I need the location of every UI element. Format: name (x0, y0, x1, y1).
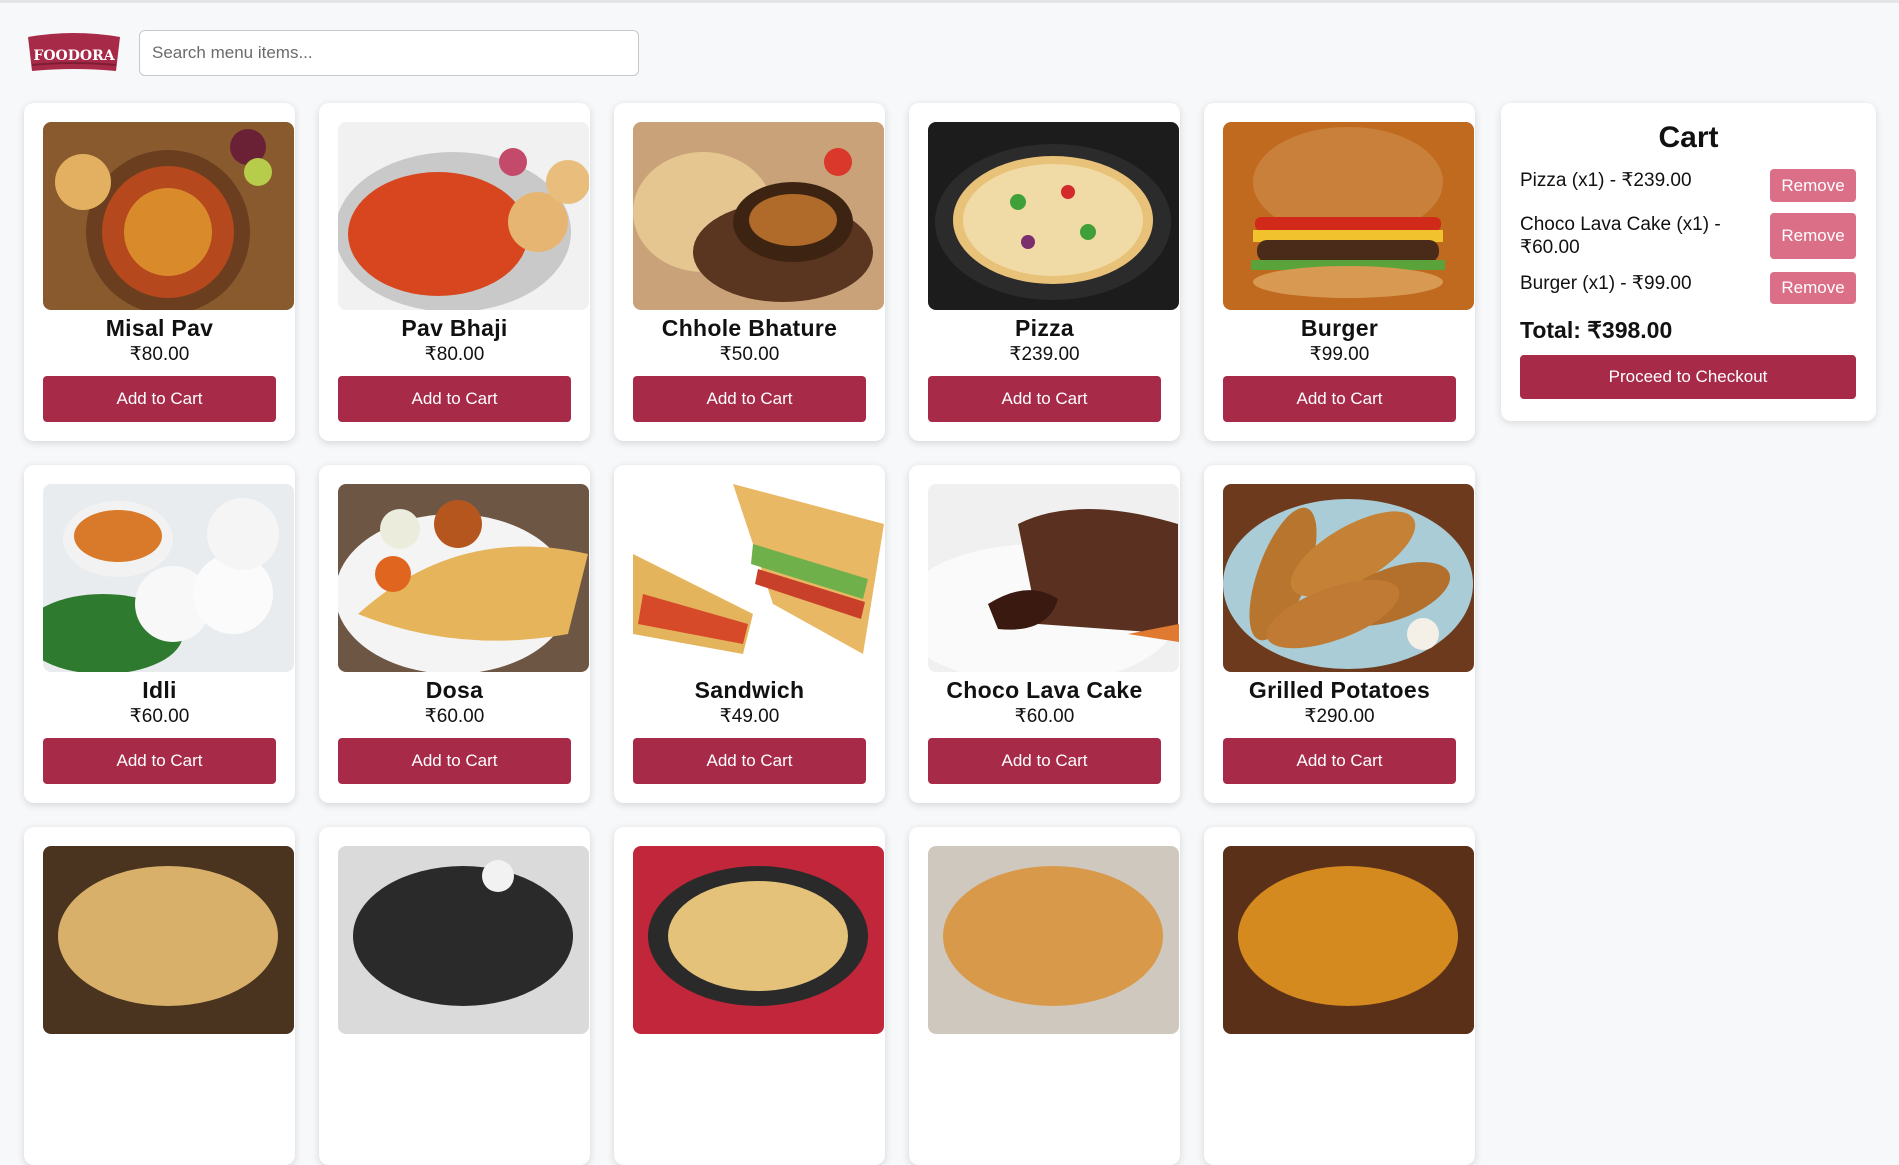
menu-card (1204, 827, 1475, 1165)
fried-rice-image (633, 846, 884, 1034)
dal-image (1223, 846, 1474, 1034)
cart-item: Pizza (x1) - ₹239.00 (1520, 169, 1740, 192)
remove-button[interactable]: Remove (1770, 169, 1856, 202)
header: FOODORA (24, 29, 124, 79)
remove-button[interactable]: Remove (1770, 213, 1856, 259)
checkout-button[interactable]: Proceed to Checkout (1520, 355, 1856, 399)
idli-image (43, 484, 294, 672)
cart-panel: Cart Pizza (x1) - ₹239.00 Remove Choco L… (1501, 103, 1876, 421)
menu-card: Idli ₹60.00 Add to Cart (24, 465, 295, 803)
cart-item-label-cont: ₹60.00 (1520, 237, 1580, 258)
add-to-cart-button[interactable]: Add to Cart (928, 376, 1161, 422)
cart-title: Cart (1658, 121, 1719, 154)
add-to-cart-button[interactable]: Add to Cart (1223, 738, 1456, 784)
item-price: ₹290.00 (1304, 706, 1375, 727)
item-name: Dosa (425, 677, 484, 703)
item-name: Misal Pav (105, 315, 214, 341)
add-to-cart-button[interactable]: Add to Cart (1223, 376, 1456, 422)
search-input[interactable] (139, 30, 639, 76)
sandwich-image (633, 484, 884, 672)
add-to-cart-button[interactable]: Add to Cart (43, 738, 276, 784)
foodora-logo[interactable]: FOODORA (24, 31, 124, 77)
item-name: Sandwich (694, 677, 805, 703)
item-price: ₹60.00 (1014, 706, 1075, 727)
menu-card (319, 827, 590, 1165)
item-name: Pav Bhaji (401, 315, 508, 341)
menu-card (614, 827, 885, 1165)
item-name: Chhole Bhature (661, 315, 838, 341)
biryani-image (43, 846, 294, 1034)
add-to-cart-button[interactable]: Add to Cart (633, 738, 866, 784)
add-to-cart-button[interactable]: Add to Cart (43, 376, 276, 422)
item-price: ₹50.00 (719, 344, 780, 365)
item-price: ₹60.00 (424, 706, 485, 727)
menu-card (909, 827, 1180, 1165)
add-to-cart-button[interactable]: Add to Cart (633, 376, 866, 422)
menu-card: Pav Bhaji ₹80.00 Add to Cart (319, 103, 590, 441)
pizza-image (928, 122, 1179, 310)
item-price: ₹80.00 (424, 344, 485, 365)
pulao-image (928, 846, 1179, 1034)
item-price: ₹80.00 (129, 344, 190, 365)
dessert-image (338, 846, 589, 1034)
add-to-cart-button[interactable]: Add to Cart (338, 738, 571, 784)
menu-card: Misal Pav ₹80.00 Add to Cart (24, 103, 295, 441)
add-to-cart-button[interactable]: Add to Cart (928, 738, 1161, 784)
item-name: Burger (1300, 315, 1379, 341)
dosa-image (338, 484, 589, 672)
cart-total: Total: ₹398.00 (1520, 317, 1673, 343)
misal-pav-image (43, 122, 294, 310)
item-price: ₹49.00 (719, 706, 780, 727)
cart-item-label: Pizza (x1) - ₹239.00 (1520, 170, 1692, 191)
add-to-cart-button[interactable]: Add to Cart (338, 376, 571, 422)
cart-item-label: Burger (x1) - ₹99.00 (1520, 273, 1692, 294)
grilled-potatoes-image (1223, 484, 1474, 672)
cart-item: Choco Lava Cake (x1) - ₹60.00 (1520, 213, 1740, 259)
item-name: Idli (142, 677, 177, 703)
cart-item-label: Choco Lava Cake (x1) - (1520, 214, 1721, 235)
item-name: Grilled Potatoes (1248, 677, 1431, 703)
menu-card (24, 827, 295, 1165)
choco-lava-cake-image (928, 484, 1179, 672)
menu-card: Grilled Potatoes ₹290.00 Add to Cart (1204, 465, 1475, 803)
item-price: ₹60.00 (129, 706, 190, 727)
item-price: ₹99.00 (1309, 344, 1370, 365)
pav-bhaji-image (338, 122, 589, 310)
item-name: Pizza (1014, 315, 1075, 341)
remove-button[interactable]: Remove (1770, 272, 1856, 304)
menu-card: Choco Lava Cake ₹60.00 Add to Cart (909, 465, 1180, 803)
logo-text: FOODORA (33, 48, 115, 64)
menu-card: Pizza ₹239.00 Add to Cart (909, 103, 1180, 441)
burger-image (1223, 122, 1474, 310)
chhole-bhature-image (633, 122, 884, 310)
item-price: ₹239.00 (1009, 344, 1080, 365)
menu-card: Sandwich ₹49.00 Add to Cart (614, 465, 885, 803)
menu-card: Burger ₹99.00 Add to Cart (1204, 103, 1475, 441)
item-name: Choco Lava Cake (946, 677, 1143, 703)
menu-card: Chhole Bhature ₹50.00 Add to Cart (614, 103, 885, 441)
cart-item: Burger (x1) - ₹99.00 (1520, 272, 1740, 295)
menu-card: Dosa ₹60.00 Add to Cart (319, 465, 590, 803)
